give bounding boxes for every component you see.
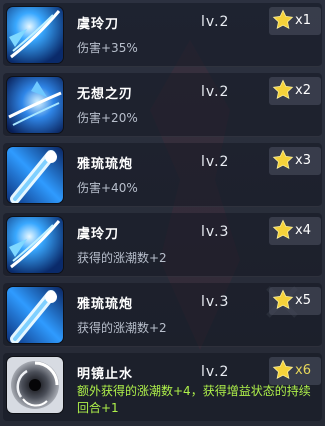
stack-count: x5 bbox=[295, 293, 311, 308]
star-icon bbox=[272, 359, 294, 380]
star-icon bbox=[272, 9, 294, 30]
skill-effect: 伤害+40% bbox=[77, 181, 138, 195]
cannon-beam-icon bbox=[7, 147, 63, 203]
skill-name: 无想之刃 bbox=[77, 87, 134, 102]
skill-name: 雅琉琉炮 bbox=[77, 297, 134, 312]
mirror-vortex-icon bbox=[7, 357, 63, 413]
stack-badge: x1 bbox=[269, 7, 321, 35]
skill-row[interactable]: 雅琉琉炮 lv.2 伤害+40% x3 bbox=[3, 143, 322, 207]
skill-name: 虞玲刀 bbox=[77, 17, 120, 32]
cannon-beam-icon bbox=[7, 287, 63, 343]
skill-list-panel: 虞玲刀 lv.2 伤害+35% x1 无想之刃 lv.2 伤害+20% x2 雅… bbox=[0, 0, 325, 426]
stack-badge: x5 bbox=[269, 287, 321, 315]
stack-badge: x3 bbox=[269, 147, 321, 175]
skill-effect: 额外获得的涨潮数+4，获得增益状态的持续回合+1 bbox=[77, 384, 311, 415]
stack-count: x6 bbox=[295, 363, 311, 378]
stack-badge: x6 bbox=[269, 357, 321, 385]
skill-effect: 获得的涨潮数+2 bbox=[77, 321, 167, 335]
skill-level: lv.3 bbox=[201, 294, 230, 310]
stack-badge: x2 bbox=[269, 77, 321, 105]
star-icon bbox=[272, 79, 294, 100]
skill-level: lv.2 bbox=[201, 84, 230, 100]
skill-row[interactable]: 明镜止水 lv.2 额外获得的涨潮数+4，获得增益状态的持续回合+1 x6 bbox=[3, 353, 322, 421]
star-icon bbox=[272, 219, 294, 240]
stack-count: x4 bbox=[295, 223, 311, 238]
star-icon bbox=[272, 149, 294, 170]
skill-row[interactable]: 无想之刃 lv.2 伤害+20% x2 bbox=[3, 73, 322, 137]
skill-name: 虞玲刀 bbox=[77, 227, 120, 242]
blue-slash-icon bbox=[7, 77, 63, 133]
skill-row[interactable]: 虞玲刀 lv.2 伤害+35% x1 bbox=[3, 3, 322, 67]
blue-slash-icon bbox=[7, 217, 63, 273]
skill-effect: 伤害+20% bbox=[77, 111, 138, 125]
skill-level: lv.2 bbox=[201, 154, 230, 170]
blue-slash-icon bbox=[7, 7, 63, 63]
skill-name: 明镜止水 bbox=[77, 367, 134, 382]
skill-effect: 获得的涨潮数+2 bbox=[77, 251, 167, 265]
skill-level: lv.3 bbox=[201, 224, 230, 240]
skill-row[interactable]: 雅琉琉炮 lv.3 获得的涨潮数+2 x5 bbox=[3, 283, 322, 347]
skill-name: 雅琉琉炮 bbox=[77, 157, 134, 172]
star-icon bbox=[272, 289, 294, 310]
skill-row[interactable]: 虞玲刀 lv.3 获得的涨潮数+2 x4 bbox=[3, 213, 322, 277]
stack-count: x1 bbox=[295, 13, 311, 28]
stack-badge: x4 bbox=[269, 217, 321, 245]
stack-count: x3 bbox=[295, 153, 311, 168]
skill-effect: 伤害+35% bbox=[77, 41, 138, 55]
skill-level: lv.2 bbox=[201, 14, 230, 30]
skill-level: lv.2 bbox=[201, 364, 230, 380]
stack-count: x2 bbox=[295, 83, 311, 98]
